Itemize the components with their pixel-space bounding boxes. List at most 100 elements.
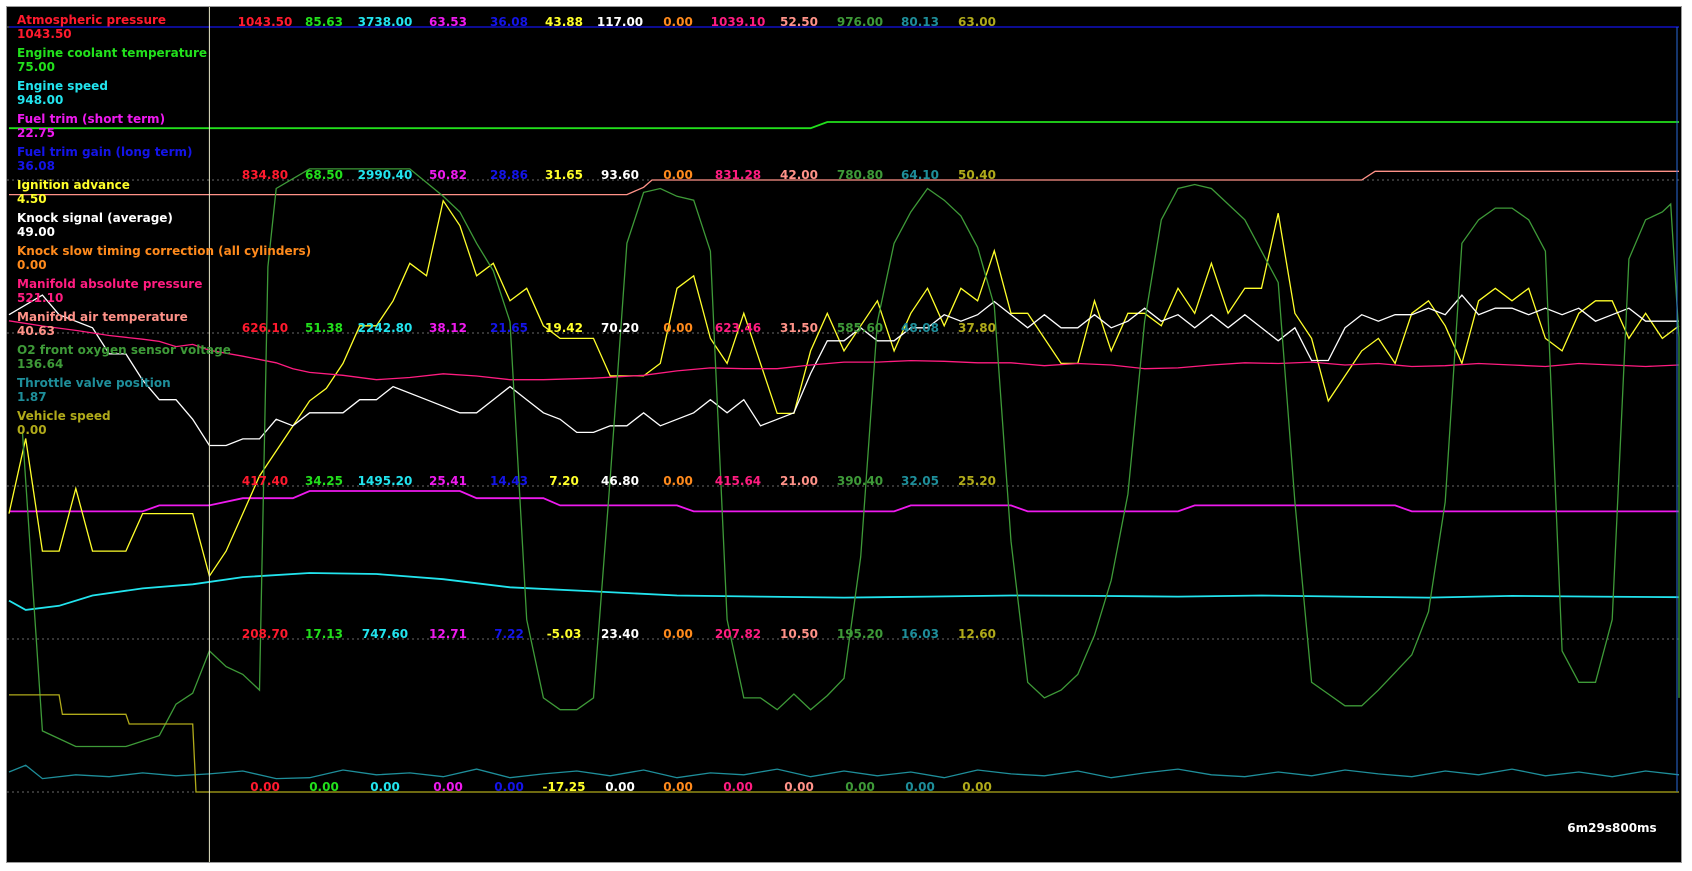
series-line-3 (9, 490, 1679, 513)
tick-label-6-4: 23.40 (601, 627, 639, 641)
tick-label-11-4: 16.03 (901, 627, 939, 641)
tick-label-6-0: 117.00 (597, 15, 643, 29)
tick-label-12-2: 37.80 (958, 321, 996, 335)
tick-label-7-4: 0.00 (663, 627, 693, 641)
tick-label-5-1: 31.65 (545, 168, 583, 182)
tick-label-9-2: 31.50 (780, 321, 818, 335)
tick-label-4-4: 7.22 (494, 627, 524, 641)
obd-log-chart[interactable]: 1043.50 834.80 626.10 417.40 208.70 0.00 85.63… (7, 7, 1681, 862)
legend-name-1: Engine coolant temperature (17, 46, 207, 60)
tick-label-10-2: 585.60 (837, 321, 883, 335)
legend-name-0: Atmospheric pressure (17, 13, 166, 27)
tick-label-9-1: 42.00 (780, 168, 818, 182)
tick-label-3-2: 38.12 (429, 321, 467, 335)
legend-name-5: Ignition advance (17, 178, 130, 192)
tick-label-8-3: 415.64 (715, 474, 761, 488)
tick-label-11-3: 32.05 (901, 474, 939, 488)
legend-name-4: Fuel trim gain (long term) (17, 145, 192, 159)
tick-label-5-0: 43.88 (545, 15, 583, 29)
tick-label-3-1: 50.82 (429, 168, 467, 182)
tick-label-1-4: 17.13 (305, 627, 343, 641)
tick-label-7-3: 0.00 (663, 474, 693, 488)
legend-name-12: Vehicle speed (17, 409, 111, 423)
tick-label-7-1: 0.00 (663, 168, 693, 182)
legend-value-8: 521.10 (17, 291, 63, 305)
legend-name-10: O2 front oxygen sensor voltage (17, 343, 231, 357)
tick-label-7-5: 0.00 (663, 780, 693, 794)
legend-name-2: Engine speed (17, 79, 108, 93)
tick-label-9-4: 10.50 (780, 627, 818, 641)
tick-label-2-2: 2242.80 (358, 321, 413, 335)
tick-label-2-4: 747.60 (362, 627, 408, 641)
legend-value-11: 1.87 (17, 390, 47, 404)
tick-label-9-5: 0.00 (784, 780, 814, 794)
tick-label-11-1: 64.10 (901, 168, 939, 182)
legend-value-1: 75.00 (17, 60, 55, 74)
legend-value-7: 0.00 (17, 258, 47, 272)
tick-label-3-4: 12.71 (429, 627, 467, 641)
tick-label-8-2: 623.46 (715, 321, 761, 335)
tick-label-0-1: 834.80 (242, 168, 288, 182)
tick-label-1-2: 51.38 (305, 321, 343, 335)
tick-label-4-5: 0.00 (494, 780, 524, 794)
tick-label-12-3: 25.20 (958, 474, 996, 488)
tick-label-4-1: 28.86 (490, 168, 528, 182)
tick-label-10-0: 976.00 (837, 15, 883, 29)
tick-label-3-0: 63.53 (429, 15, 467, 29)
tick-label-1-3: 34.25 (305, 474, 343, 488)
tick-label-6-5: 0.00 (605, 780, 635, 794)
tick-label-9-3: 21.00 (780, 474, 818, 488)
tick-label-3-5: 0.00 (433, 780, 463, 794)
tick-label-7-2: 0.00 (663, 321, 693, 335)
legend-name-8: Manifold absolute pressure (17, 277, 202, 291)
series-line-2 (8, 572, 1680, 611)
tick-label-12-0: 63.00 (958, 15, 996, 29)
legend-value-6: 49.00 (17, 225, 55, 239)
legend-name-6: Knock signal (average) (17, 211, 173, 225)
tick-label-5-4: -5.03 (547, 627, 582, 641)
chart-frame: 1043.50 834.80 626.10 417.40 208.70 0.00 85.63… (6, 6, 1682, 863)
tick-label-4-0: 36.08 (490, 15, 528, 29)
tick-label-0-0: 1043.50 (238, 15, 293, 29)
tick-label-6-2: 70.20 (601, 321, 639, 335)
tick-label-2-3: 1495.20 (358, 474, 413, 488)
tick-label-10-5: 0.00 (845, 780, 875, 794)
tick-label-1-1: 68.50 (305, 168, 343, 182)
tick-label-1-5: 0.00 (309, 780, 339, 794)
legend-value-5: 4.50 (17, 192, 47, 206)
tick-label-0-2: 626.10 (242, 321, 288, 335)
elapsed-time-label: 6m29s800ms (1567, 821, 1656, 835)
tick-label-10-3: 390.40 (837, 474, 883, 488)
legend-value-9: 40.63 (17, 324, 55, 338)
tick-label-4-3: 14.43 (490, 474, 528, 488)
legend-value-12: 0.00 (17, 423, 47, 437)
tick-label-5-3: 7.20 (549, 474, 579, 488)
tick-label-1-0: 85.63 (305, 15, 343, 29)
tick-label-8-0: 1039.10 (711, 15, 766, 29)
tick-label-3-3: 25.41 (429, 474, 467, 488)
tick-label-2-5: 0.00 (370, 780, 400, 794)
tick-label-6-3: 46.80 (601, 474, 639, 488)
tick-label-5-5: -17.25 (543, 780, 586, 794)
tick-label-12-1: 50.40 (958, 168, 996, 182)
legend-value-3: 22.75 (17, 126, 55, 140)
legend-name-9: Manifold air temperature (17, 310, 188, 324)
legend-value-4: 36.08 (17, 159, 55, 173)
tick-label-11-5: 0.00 (905, 780, 935, 794)
tick-label-12-5: 0.00 (962, 780, 992, 794)
tick-label-2-1: 2990.40 (358, 168, 413, 182)
series-line-6 (8, 294, 1679, 447)
tick-label-8-4: 207.82 (715, 627, 761, 641)
legend-name-7: Knock slow timing correction (all cylind… (17, 244, 311, 258)
tick-label-6-1: 93.60 (601, 168, 639, 182)
series-line-1 (9, 121, 1679, 130)
legend-name-11: Throttle valve position (17, 376, 171, 390)
series-line-12 (9, 694, 1679, 793)
tick-label-2-0: 3738.00 (358, 15, 413, 29)
tick-label-8-1: 831.28 (715, 168, 761, 182)
tick-label-10-1: 780.80 (837, 168, 883, 182)
tick-label-12-4: 12.60 (958, 627, 996, 641)
tick-label-8-5: 0.00 (723, 780, 753, 794)
tick-label-0-5: 0.00 (250, 780, 280, 794)
legend-value-0: 1043.50 (17, 27, 72, 41)
